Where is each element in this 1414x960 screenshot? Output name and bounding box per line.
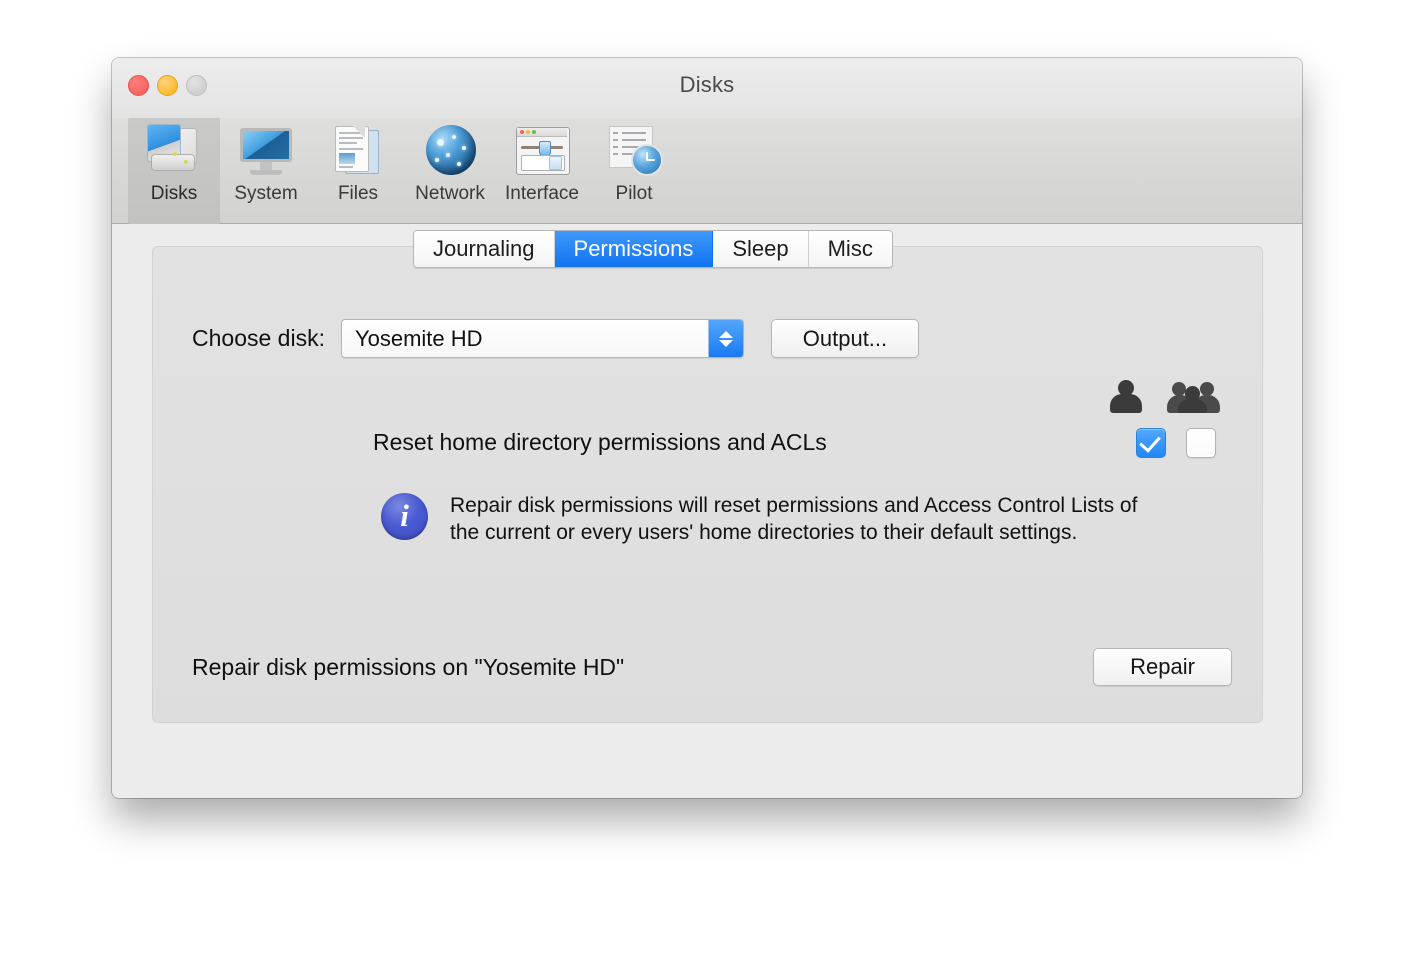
toolbar-label-interface: Interface [505, 183, 579, 204]
permission-scope-checkboxes [1136, 428, 1216, 458]
repair-disk-permissions-label: Repair disk permissions on "Yosemite HD" [192, 653, 625, 680]
toolbar-item-system[interactable]: System [220, 118, 312, 224]
toolbar-item-disks[interactable]: Disks [128, 118, 220, 224]
info-icon-glyph: i [400, 498, 409, 533]
preferences-content: Journaling Permissions Sleep Misc Choose… [112, 224, 1302, 797]
toolbar-label-files: Files [337, 183, 379, 204]
toolbar-item-interface[interactable]: Interface [496, 118, 588, 224]
info-icon: i [381, 493, 428, 540]
output-button[interactable]: Output... [770, 319, 919, 358]
toolbar-item-pilot[interactable]: Pilot [588, 118, 680, 224]
check-icon [1138, 430, 1161, 453]
toolbar-label-pilot: Pilot [615, 183, 653, 204]
globe-icon [419, 122, 481, 182]
disks-preferences-window: Disks Disks System Files Network Interfa… [112, 58, 1302, 798]
tab-bar: Journaling Permissions Sleep Misc [413, 230, 893, 268]
permissions-panel: Journaling Permissions Sleep Misc Choose… [152, 230, 1263, 723]
toolbar-item-files[interactable]: Files [312, 118, 404, 224]
repair-row: Repair disk permissions on "Yosemite HD"… [192, 648, 1232, 686]
window-title: Disks [679, 72, 735, 97]
tab-sleep[interactable]: Sleep [713, 231, 809, 267]
toolbar-label-network: Network [415, 183, 485, 204]
window-controls-icon [511, 122, 573, 182]
tab-journaling[interactable]: Journaling [414, 231, 555, 267]
tab-permissions[interactable]: Permissions [554, 231, 714, 267]
group-users-icon [1167, 379, 1220, 413]
monitor-icon [235, 122, 297, 182]
choose-disk-label: Choose disk: [192, 325, 325, 351]
toolbar-item-network[interactable]: Network [404, 118, 496, 224]
disk-icon [143, 122, 205, 182]
preferences-toolbar: Disks System Files Network Interface Pil… [112, 118, 1302, 224]
disk-select-value: Yosemite HD [354, 325, 483, 351]
toolbar-label-disks: Disks [150, 183, 198, 204]
single-user-icon [1104, 379, 1150, 413]
checkbox-current-user[interactable] [1136, 428, 1166, 458]
documents-icon [327, 122, 389, 182]
info-note-text: Repair disk permissions will reset permi… [450, 494, 1138, 544]
window-titlebar: Disks [112, 58, 1302, 118]
toolbar-label-system: System [234, 183, 298, 204]
chevron-updown-icon[interactable] [707, 320, 743, 357]
permission-scope-icons [1104, 379, 1220, 413]
checkbox-all-users[interactable] [1186, 428, 1216, 458]
reset-home-permissions-label: Reset home directory permissions and ACL… [373, 429, 827, 455]
tab-misc[interactable]: Misc [808, 231, 892, 267]
choose-disk-row: Choose disk: Yosemite HD Output... [192, 319, 919, 358]
info-note: i Repair disk permissions will reset per… [381, 493, 1170, 546]
clock-list-icon [603, 122, 665, 182]
disk-select[interactable]: Yosemite HD [340, 319, 744, 358]
repair-button[interactable]: Repair [1093, 648, 1232, 686]
